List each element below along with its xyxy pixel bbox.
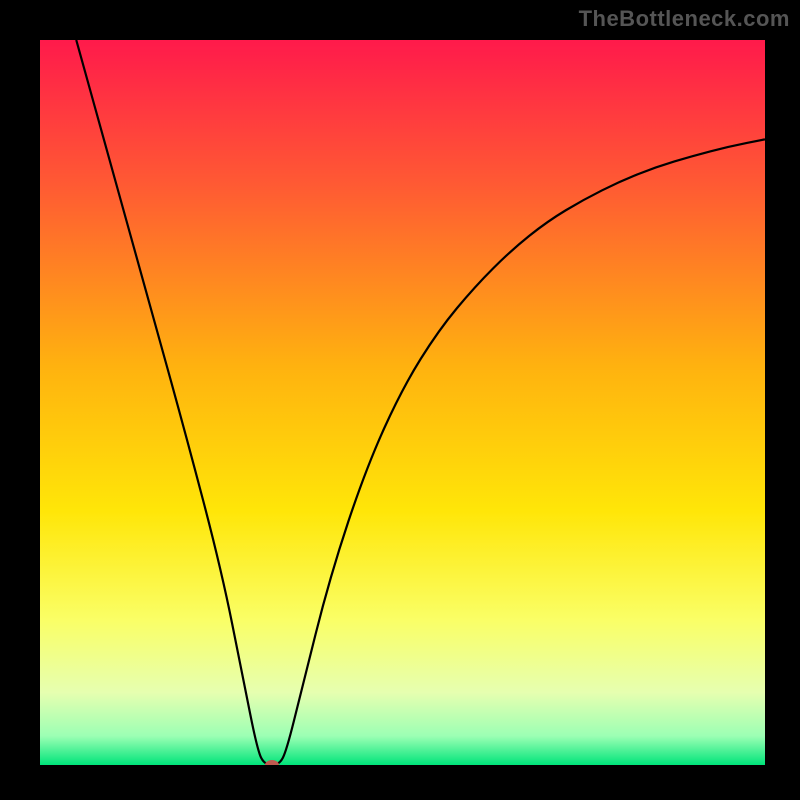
- plot-area: [40, 40, 765, 765]
- watermark-text: TheBottleneck.com: [579, 6, 790, 32]
- chart-svg: [40, 40, 765, 765]
- chart-frame: TheBottleneck.com: [0, 0, 800, 800]
- gradient-background: [40, 40, 765, 765]
